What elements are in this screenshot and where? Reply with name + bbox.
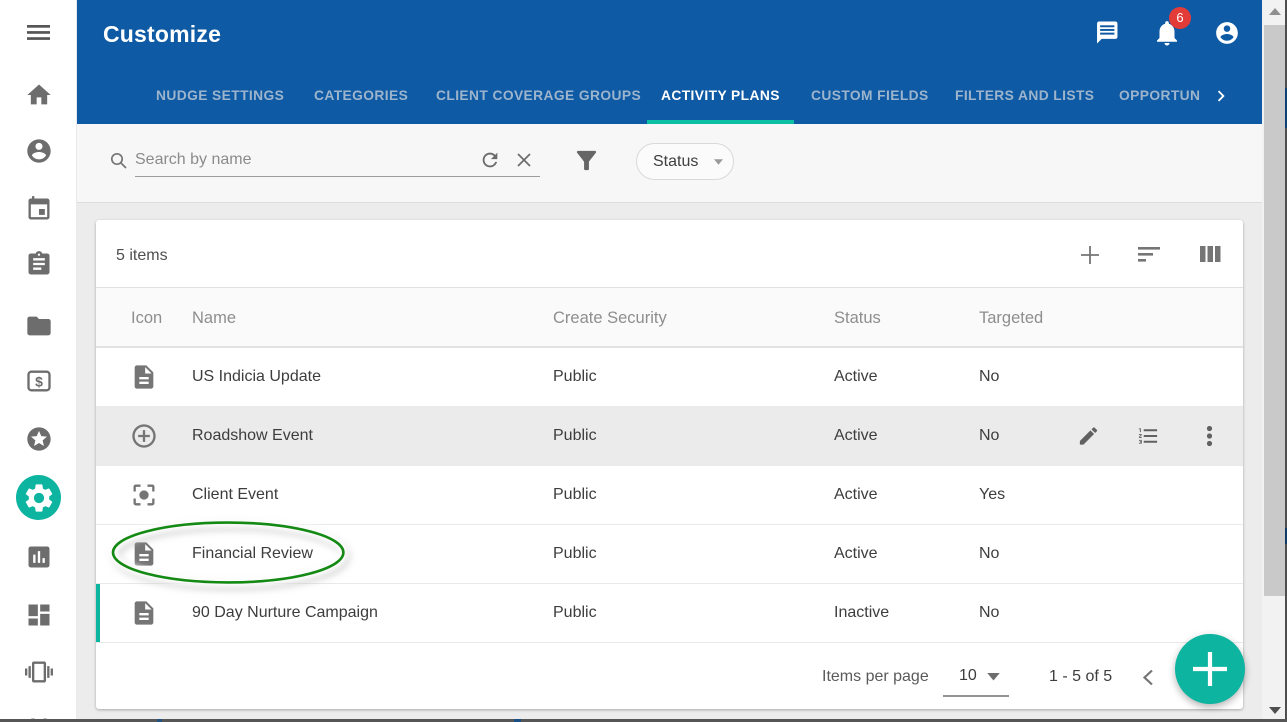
svg-text:$: $ bbox=[35, 373, 43, 389]
